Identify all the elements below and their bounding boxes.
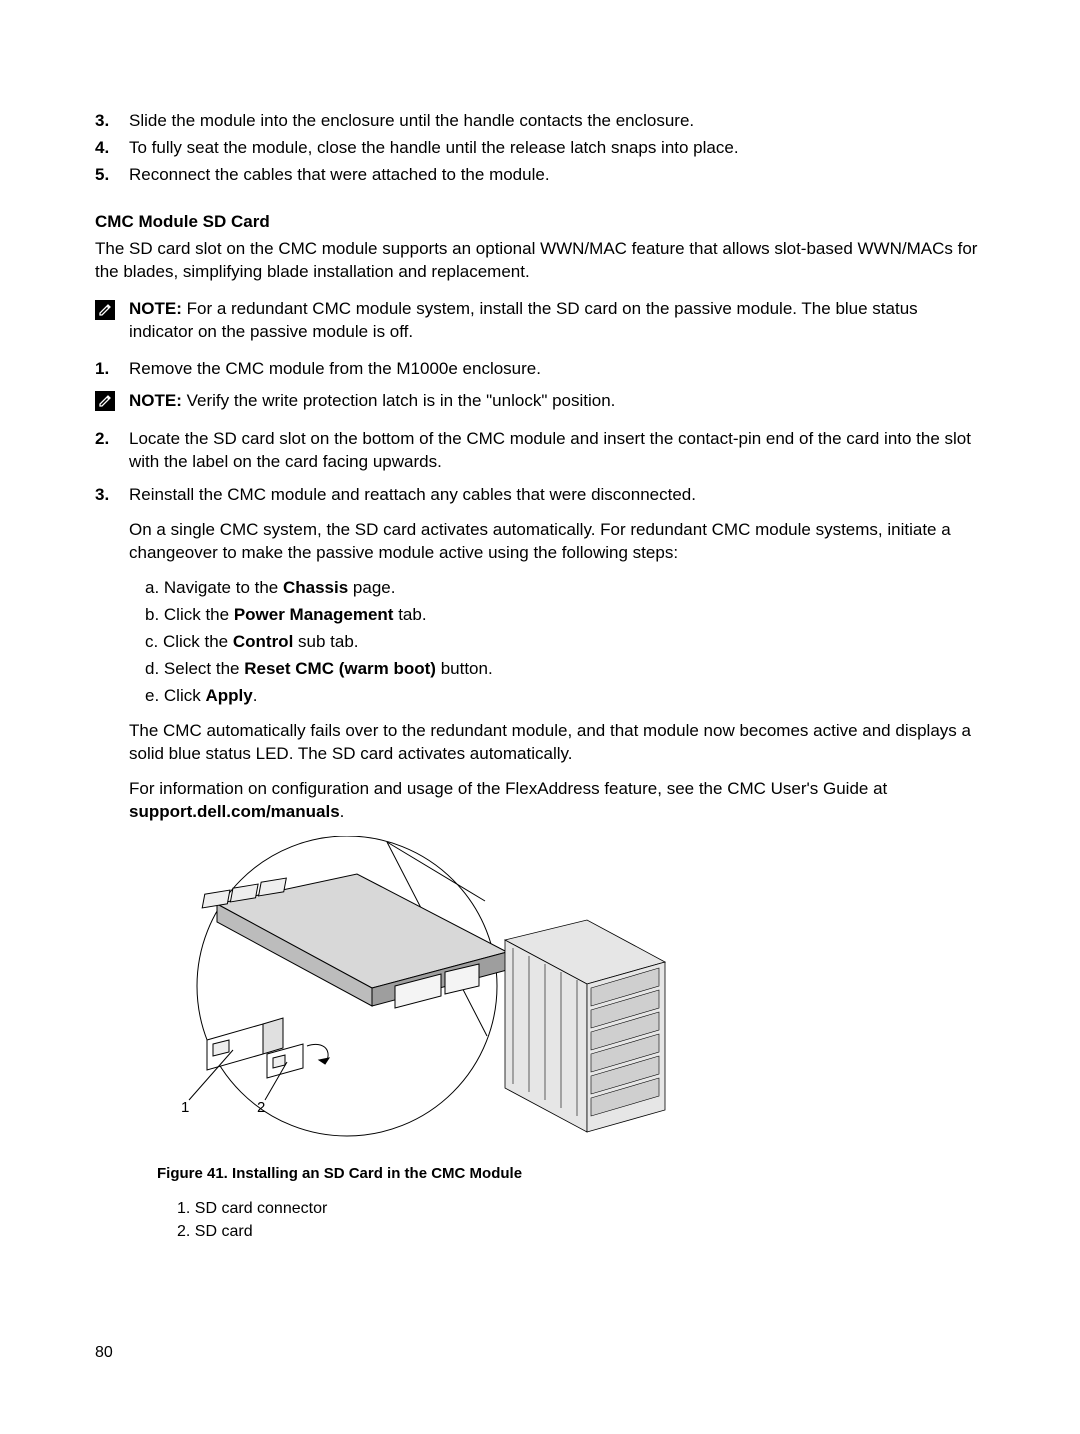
note-label: NOTE:	[129, 391, 182, 410]
list-item: 3. Reinstall the CMC module and reattach…	[95, 484, 985, 1245]
b: Apply	[205, 686, 252, 705]
t: tab.	[393, 605, 426, 624]
item-text: Remove the CMC module from the M1000e en…	[129, 359, 541, 378]
list-item: 2. Locate the SD card slot on the bottom…	[95, 428, 985, 474]
figure-illustration: 1 2	[157, 836, 677, 1144]
tail-paragraph: The CMC automatically fails over to the …	[129, 720, 985, 766]
url-bold: support.dell.com/manuals	[129, 802, 340, 821]
item-number: 1.	[95, 358, 129, 381]
item-body: Remove the CMC module from the M1000e en…	[129, 358, 985, 381]
b: Reset CMC (warm boot)	[244, 659, 436, 678]
top-numbered-list: 3. Slide the module into the enclosure u…	[95, 110, 985, 187]
item-text: Reconnect the cables that were attached …	[129, 164, 550, 187]
note-icon	[95, 298, 129, 327]
section-heading: CMC Module SD Card	[95, 211, 985, 234]
t: page.	[348, 578, 395, 597]
t: b. Click the	[145, 605, 234, 624]
t: button.	[436, 659, 493, 678]
sub-step: c. Click the Control sub tab.	[145, 631, 985, 654]
note-icon	[95, 390, 129, 418]
sub-step: d. Select the Reset CMC (warm boot) butt…	[145, 658, 985, 681]
sub-steps: a. Navigate to the Chassis page. b. Clic…	[145, 577, 985, 708]
item-text: To fully seat the module, close the hand…	[129, 137, 739, 160]
note-body: For a redundant CMC module system, insta…	[129, 299, 918, 341]
sub-step: b. Click the Power Management tab.	[145, 604, 985, 627]
b: Chassis	[283, 578, 348, 597]
item-body: Reinstall the CMC module and reattach an…	[129, 484, 985, 1245]
tail-paragraph-2: For information on configuration and usa…	[129, 778, 985, 824]
item-text-cont: On a single CMC system, the SD card acti…	[129, 519, 985, 565]
list-item: 5. Reconnect the cables that were attach…	[95, 164, 985, 187]
item-number: 5.	[95, 164, 129, 187]
list-item: 1. Remove the CMC module from the M1000e…	[95, 358, 985, 381]
item-number: 3.	[95, 484, 129, 1245]
legend-item: 1. SD card connector	[177, 1198, 985, 1220]
item-text: Locate the SD card slot on the bottom of…	[129, 429, 971, 471]
main-numbered-list-cont: 2. Locate the SD card slot on the bottom…	[95, 428, 985, 1245]
sub-step: a. Navigate to the Chassis page.	[145, 577, 985, 600]
note-text: NOTE: For a redundant CMC module system,…	[129, 298, 985, 344]
pencil-icon	[95, 300, 115, 320]
sub-step: e. Click Apply.	[145, 685, 985, 708]
t: .	[340, 802, 345, 821]
note-body: Verify the write protection latch is in …	[182, 391, 616, 410]
item-body: Locate the SD card slot on the bottom of…	[129, 428, 985, 474]
page-number: 80	[95, 1342, 113, 1364]
item-text: Reinstall the CMC module and reattach an…	[129, 484, 985, 507]
list-item: 4. To fully seat the module, close the h…	[95, 137, 985, 160]
t: .	[253, 686, 258, 705]
document-page: 3. Slide the module into the enclosure u…	[0, 0, 1080, 1434]
note-label: NOTE:	[129, 299, 182, 318]
item-text: Slide the module into the enclosure unti…	[129, 110, 694, 133]
intro-paragraph: The SD card slot on the CMC module suppo…	[95, 238, 985, 284]
callout-2: 2	[257, 1098, 265, 1118]
note-block: NOTE: Verify the write protection latch …	[95, 390, 985, 418]
figure-legend: 1. SD card connector 2. SD card	[177, 1198, 985, 1243]
item-number: 2.	[95, 428, 129, 474]
b: Power Management	[234, 605, 394, 624]
b: Control	[233, 632, 293, 651]
legend-item: 2. SD card	[177, 1221, 985, 1243]
main-numbered-list: 1. Remove the CMC module from the M1000e…	[95, 358, 985, 381]
note-text: NOTE: Verify the write protection latch …	[129, 390, 615, 413]
t: d. Select the	[145, 659, 244, 678]
item-number: 3.	[95, 110, 129, 133]
t: sub tab.	[293, 632, 358, 651]
pencil-icon	[95, 391, 115, 411]
item-number: 4.	[95, 137, 129, 160]
t: a. Navigate to the	[145, 578, 283, 597]
sd-card-install-illustration-icon	[157, 836, 677, 1144]
callout-1: 1	[181, 1098, 189, 1118]
t: For information on configuration and usa…	[129, 779, 887, 798]
t: e. Click	[145, 686, 205, 705]
figure-caption: Figure 41. Installing an SD Card in the …	[157, 1164, 985, 1184]
list-item: 3. Slide the module into the enclosure u…	[95, 110, 985, 133]
note-block: NOTE: For a redundant CMC module system,…	[95, 298, 985, 344]
t: c. Click the	[145, 632, 233, 651]
